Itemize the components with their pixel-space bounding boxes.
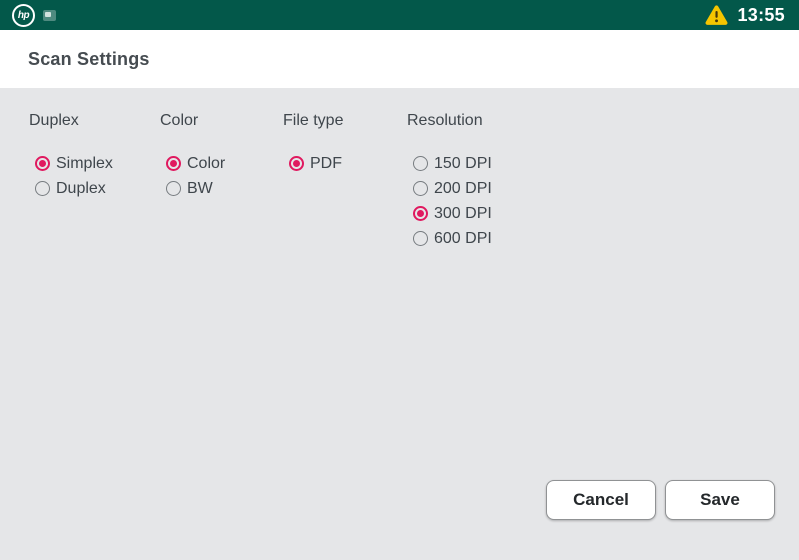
settings-group-file-type: File type PDF [283,112,407,251]
radio-option-200-dpi[interactable]: 200 DPI [413,176,492,201]
save-button[interactable]: Save [665,480,775,520]
scan-settings-screen: { "topbar": { "logo_text": "hp", "time":… [0,0,799,560]
screen-preview-icon [43,10,56,21]
radio-option-150-dpi[interactable]: 150 DPI [413,151,492,176]
radio-label: BW [187,180,213,198]
radio-label: Duplex [56,180,106,198]
radio-selected-icon [289,156,304,171]
radio-selected-icon [35,156,50,171]
settings-group-duplex: Duplex Simplex Duplex [29,112,160,251]
radio-unselected-icon [413,156,428,171]
radio-unselected-icon [413,181,428,196]
top-status-bar: hp 13:55 [0,0,799,30]
hp-logo-text: hp [18,10,29,21]
page-header: Scan Settings [0,30,799,88]
radio-label: 200 DPI [434,180,492,198]
group-label: Resolution [407,112,492,130]
group-label: Duplex [29,112,160,130]
radio-selected-icon [413,206,428,221]
cancel-button[interactable]: Cancel [546,480,656,520]
radio-option-600-dpi[interactable]: 600 DPI [413,226,492,251]
radio-unselected-icon [166,181,181,196]
radio-label: PDF [310,155,342,173]
radio-option-duplex[interactable]: Duplex [35,176,160,201]
radio-option-bw[interactable]: BW [166,176,283,201]
radio-unselected-icon [413,231,428,246]
warning-icon[interactable] [705,5,728,25]
settings-groups: DuplexSimplexDuplexColorColorBWFile type… [0,88,799,251]
hp-logo-icon: hp [12,4,35,27]
radio-label: 150 DPI [434,155,492,173]
radio-label: 600 DPI [434,230,492,248]
group-label: File type [283,112,407,130]
settings-group-color: Color Color BW [160,112,283,251]
radio-option-300-dpi[interactable]: 300 DPI [413,201,492,226]
page-title: Scan Settings [28,49,150,70]
radio-label: Simplex [56,155,113,173]
radio-selected-icon [166,156,181,171]
radio-option-color[interactable]: Color [166,151,283,176]
radio-unselected-icon [35,181,50,196]
radio-label: Color [187,155,225,173]
clock: 13:55 [737,5,785,26]
radio-label: 300 DPI [434,205,492,223]
settings-group-resolution: Resolution 150 DPI 200 DPI 300 DPI 600 DPI [407,112,492,251]
radio-option-simplex[interactable]: Simplex [35,151,160,176]
footer-buttons: Cancel Save [546,480,775,520]
group-label: Color [160,112,283,130]
radio-option-pdf[interactable]: PDF [289,151,407,176]
